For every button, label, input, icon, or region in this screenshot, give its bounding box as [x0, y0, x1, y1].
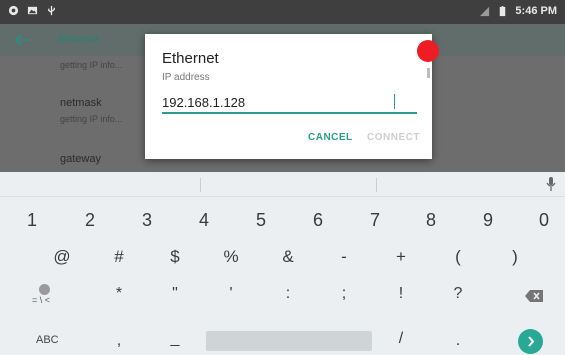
key-3[interactable]: 3 — [142, 210, 152, 231]
symbols-toggle-key[interactable]: = \ < — [32, 284, 58, 308]
key-double-quote[interactable]: " — [172, 285, 178, 303]
key-hash[interactable]: # — [114, 247, 123, 267]
abc-key[interactable]: ABC — [36, 334, 59, 346]
emoji-icon — [39, 284, 50, 295]
key-comma[interactable]: , — [117, 332, 121, 350]
suggestion-divider — [376, 178, 377, 192]
app-bar-title: Ethernet — [58, 34, 99, 45]
signal-icon — [480, 6, 490, 16]
key-underscore[interactable]: _ — [171, 330, 180, 348]
dialog-scrollbar — [427, 68, 430, 78]
key-close-paren[interactable]: ) — [512, 247, 518, 267]
ip-address-label: IP address — [162, 72, 210, 83]
key-at[interactable]: @ — [53, 247, 70, 267]
status-time: 5:46 PM — [515, 5, 557, 17]
suggestion-divider — [200, 178, 201, 192]
back-arrow-icon[interactable] — [12, 30, 32, 50]
key-6[interactable]: 6 — [313, 210, 323, 231]
key-period[interactable]: . — [456, 332, 460, 350]
on-screen-keyboard: 1 2 3 4 5 6 7 8 9 0 @ # $ % & - + ( ) = … — [0, 172, 565, 355]
key-dollar[interactable]: $ — [170, 247, 179, 267]
key-exclamation[interactable]: ! — [399, 285, 403, 303]
key-slash[interactable]: / — [399, 330, 403, 348]
key-colon[interactable]: : — [286, 285, 290, 303]
key-semicolon[interactable]: ; — [342, 285, 346, 303]
symbols-toggle-label: = \ < — [32, 295, 51, 305]
key-question[interactable]: ? — [454, 285, 463, 303]
key-ampersand[interactable]: & — [282, 247, 293, 267]
mic-icon[interactable] — [544, 176, 558, 192]
key-open-paren[interactable]: ( — [455, 247, 461, 267]
suggestion-bar — [0, 172, 565, 197]
connect-button[interactable]: CONNECT — [367, 132, 420, 143]
key-asterisk[interactable]: * — [116, 285, 122, 303]
status-icons-left — [8, 5, 57, 16]
ethernet-dialog: Ethernet IP address CANCEL CONNECT — [145, 34, 432, 159]
ip-address-summary: getting IP info... — [60, 60, 123, 70]
key-single-quote[interactable]: ' — [229, 285, 232, 303]
key-percent[interactable]: % — [223, 247, 238, 267]
netmask-summary: getting IP info... — [60, 114, 123, 124]
dialog-title: Ethernet — [162, 50, 219, 67]
key-2[interactable]: 2 — [85, 210, 95, 231]
image-icon — [27, 6, 38, 15]
key-8[interactable]: 8 — [426, 210, 436, 231]
go-icon — [528, 336, 535, 347]
key-1[interactable]: 1 — [27, 210, 37, 231]
status-icons-right: 5:46 PM — [479, 5, 557, 17]
key-7[interactable]: 7 — [370, 210, 380, 231]
key-plus[interactable]: + — [396, 247, 406, 267]
key-minus[interactable]: - — [341, 247, 347, 267]
status-bar: 5:46 PM — [0, 0, 565, 24]
key-0[interactable]: 0 — [539, 210, 549, 231]
ip-address-input[interactable] — [162, 92, 417, 114]
red-marker — [417, 40, 439, 62]
gateway-title[interactable]: gateway — [60, 153, 101, 165]
key-4[interactable]: 4 — [199, 210, 209, 231]
usb-icon — [48, 5, 55, 16]
battery-icon — [500, 5, 506, 16]
key-9[interactable]: 9 — [483, 210, 493, 231]
space-bar[interactable] — [206, 331, 372, 351]
netmask-title[interactable]: netmask — [60, 97, 102, 109]
settings-icon — [8, 5, 19, 16]
key-5[interactable]: 5 — [256, 210, 266, 231]
cancel-button[interactable]: CANCEL — [308, 132, 353, 143]
go-button[interactable] — [518, 329, 543, 354]
backspace-icon[interactable] — [524, 289, 544, 303]
text-cursor — [394, 94, 395, 109]
